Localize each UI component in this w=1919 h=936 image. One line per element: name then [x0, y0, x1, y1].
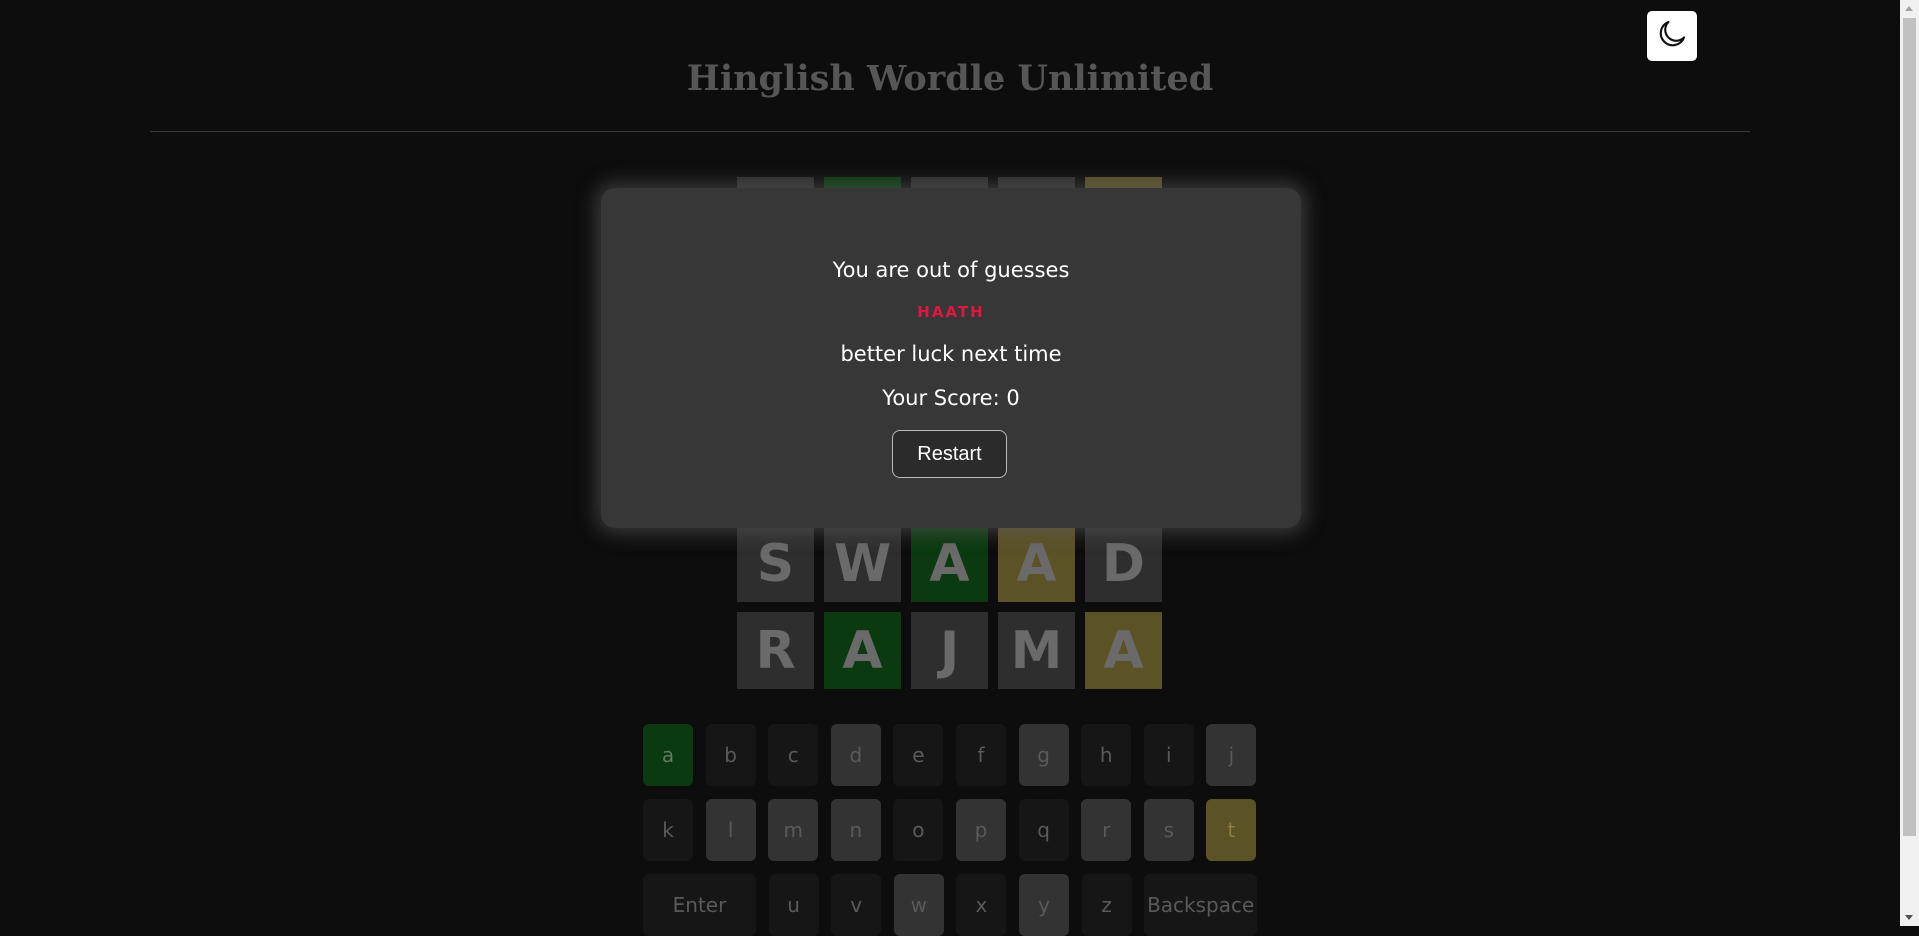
- key-m[interactable]: m: [768, 799, 819, 861]
- key-f[interactable]: f: [956, 724, 1006, 786]
- board-tile: J: [911, 612, 988, 689]
- key-l[interactable]: l: [705, 799, 756, 861]
- key-n[interactable]: n: [830, 799, 881, 861]
- key-p[interactable]: p: [956, 799, 1006, 861]
- theme-toggle-button[interactable]: [1647, 11, 1697, 61]
- key-w[interactable]: w: [893, 874, 944, 936]
- key-enter[interactable]: Enter: [643, 874, 756, 936]
- key-backspace[interactable]: Backspace: [1144, 874, 1258, 936]
- key-b[interactable]: b: [705, 724, 756, 786]
- header-divider: [150, 131, 1750, 132]
- key-v[interactable]: v: [831, 874, 882, 936]
- key-t[interactable]: t: [1206, 799, 1257, 861]
- key-i[interactable]: i: [1143, 724, 1194, 786]
- key-z[interactable]: z: [1081, 874, 1132, 936]
- moon-icon: [1655, 17, 1689, 55]
- key-r[interactable]: r: [1081, 799, 1132, 861]
- board-tile: M: [998, 612, 1075, 689]
- modal-message: You are out of guesses: [832, 258, 1070, 282]
- key-j[interactable]: j: [1206, 724, 1257, 786]
- board-tile: A: [911, 525, 988, 602]
- modal-subtext: better luck next time: [840, 342, 1062, 366]
- score-text: Your Score: 0: [882, 386, 1020, 410]
- key-q[interactable]: q: [1018, 799, 1069, 861]
- scroll-up-arrow-icon[interactable]: [1905, 6, 1913, 11]
- key-c[interactable]: c: [768, 724, 819, 786]
- board-tile: A: [998, 525, 1075, 602]
- board-tile: A: [824, 612, 901, 689]
- key-d[interactable]: d: [830, 724, 881, 786]
- key-y[interactable]: y: [1019, 874, 1069, 936]
- key-e[interactable]: e: [893, 724, 944, 786]
- key-s[interactable]: s: [1143, 799, 1194, 861]
- board-tile: S: [737, 525, 814, 602]
- key-u[interactable]: u: [768, 874, 819, 936]
- page: Hinglish Wordle Unlimited SWAADRAJMA abc…: [0, 0, 1900, 936]
- key-a[interactable]: a: [643, 724, 693, 786]
- vertical-scrollbar[interactable]: [1900, 0, 1919, 926]
- key-o[interactable]: o: [893, 799, 944, 861]
- key-h[interactable]: h: [1081, 724, 1132, 786]
- board-tile: D: [1085, 525, 1162, 602]
- key-g[interactable]: g: [1018, 724, 1069, 786]
- board-tile: A: [1085, 612, 1162, 689]
- key-x[interactable]: x: [956, 874, 1007, 936]
- key-k[interactable]: k: [643, 799, 693, 861]
- scroll-down-arrow-icon[interactable]: [1905, 915, 1913, 920]
- scrollbar-thumb[interactable]: [1903, 18, 1916, 836]
- answer-word: HAATH: [917, 303, 985, 321]
- restart-button[interactable]: Restart: [892, 430, 1007, 478]
- board-tile: R: [737, 612, 814, 689]
- game-over-modal: You are out of guesses HAATH better luck…: [601, 188, 1301, 528]
- board-tile: W: [824, 525, 901, 602]
- page-title: Hinglish Wordle Unlimited: [686, 58, 1214, 99]
